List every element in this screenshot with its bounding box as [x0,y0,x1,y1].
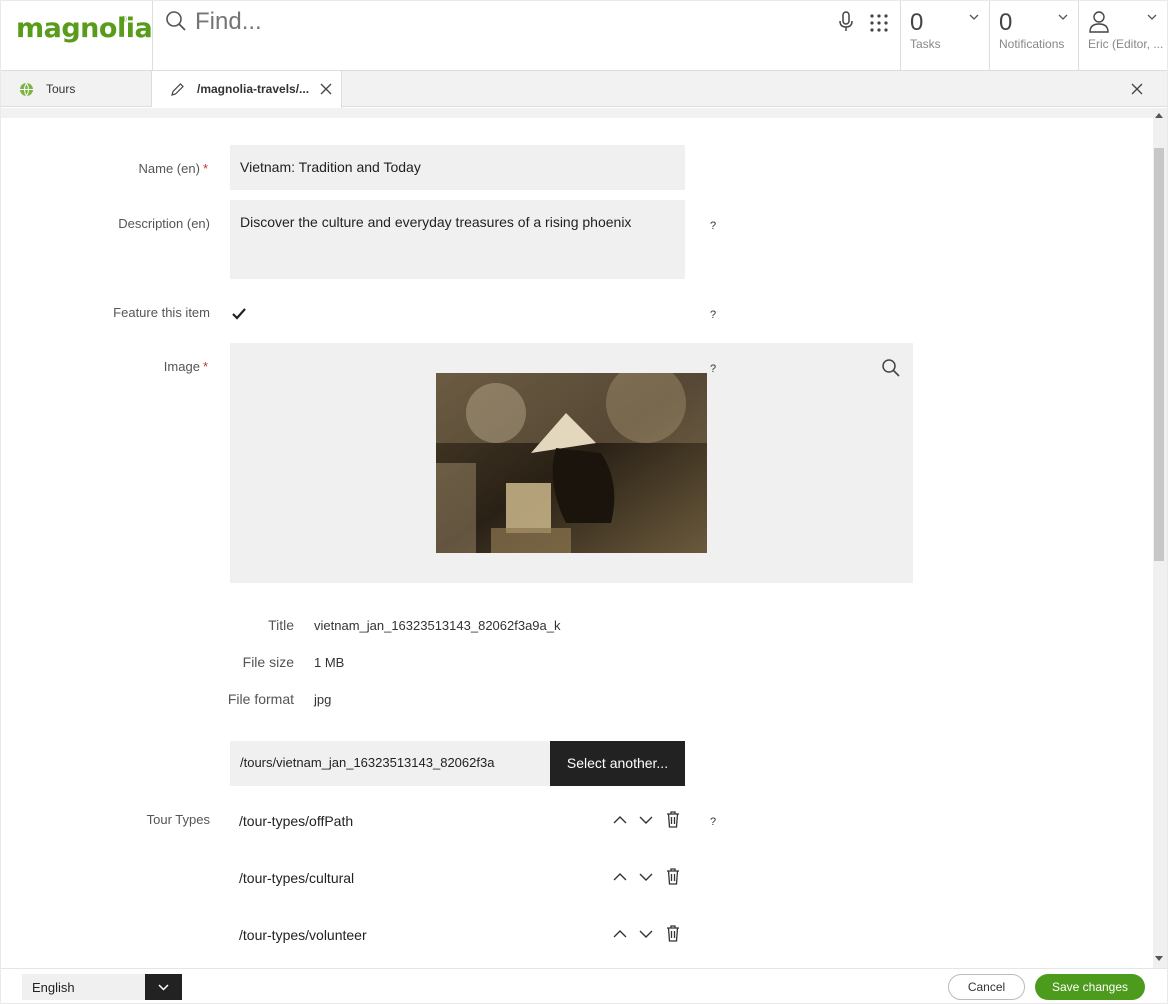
help-icon[interactable]: ? [710,220,716,232]
tab-bar: Tours /magnolia-travels/... [1,71,1167,108]
logo-registered-mark: ® [121,15,127,24]
tour-types-label: Tour Types [146,812,210,827]
file-format-label: File format [227,691,294,707]
image-path-field[interactable]: /tours/vietnam_jan_16323513143_82062f3a [230,741,550,786]
microphone-icon[interactable] [837,11,855,33]
app-launcher-icon[interactable] [869,13,889,33]
move-up-icon[interactable] [613,929,627,939]
image-title-value: vietnam_jan_16323513143_82062f3a9a_k [314,618,561,633]
move-up-icon[interactable] [613,872,627,882]
language-select-toggle[interactable] [145,974,182,1000]
move-up-icon[interactable] [613,815,627,825]
user-icon [1089,11,1109,33]
pencil-icon [171,83,184,96]
user-menu[interactable]: Eric (Editor, ... [1078,1,1167,71]
file-size-label: File size [242,654,294,670]
logo-text: magnolia [16,13,153,44]
tasks-count: 0 [910,9,924,36]
close-all-tabs-icon[interactable] [1131,83,1143,95]
trash-icon[interactable] [666,925,680,942]
scrollbar-thumb[interactable] [1154,148,1164,561]
feature-checkbox[interactable] [230,305,248,323]
search-input[interactable] [195,5,795,39]
file-format-value: jpg [314,692,332,707]
notifications-indicator[interactable]: 0 Notifications [989,1,1078,71]
description-label: Description (en) [118,216,210,231]
move-down-icon[interactable] [639,929,653,939]
tab-label: /magnolia-travels/... [197,82,310,96]
move-down-icon[interactable] [639,815,653,825]
tour-type-path[interactable]: /tour-types/offPath [239,813,353,829]
scroll-up-arrow-icon[interactable] [1155,112,1163,118]
chevron-down-icon [158,984,169,991]
app-window: magnolia ® 0 Tasks 0 Notifica [1,1,1167,1003]
feature-label: Feature this item [113,305,210,320]
footer: English Cancel Save changes [1,968,1167,1003]
image-thumbnail[interactable] [436,373,707,553]
image-title-label: Title [268,617,294,633]
chevron-down-icon [969,14,979,20]
globe-icon [20,82,33,97]
file-size-value: 1 MB [314,655,345,670]
tour-type-path[interactable]: /tour-types/volunteer [239,927,367,943]
tab-label: Tours [46,82,76,96]
select-another-button[interactable]: Select another... [550,741,685,786]
image-label: Image * [163,359,208,374]
trash-icon[interactable] [666,868,680,885]
header: magnolia ® 0 Tasks 0 Notifica [1,1,1167,71]
tour-type-item: /tour-types/offPath [230,806,685,836]
logo[interactable]: magnolia ® [1,1,153,71]
close-icon[interactable] [320,83,332,95]
tasks-label: Tasks [910,37,941,51]
user-label: Eric (Editor, ... [1088,37,1164,51]
description-field[interactable]: Discover the culture and everyday treasu… [230,200,685,279]
notifications-count: 0 [999,9,1013,36]
cancel-button[interactable]: Cancel [948,974,1025,1000]
save-changes-button[interactable]: Save changes [1035,974,1145,1000]
zoom-icon[interactable] [881,358,901,378]
chevron-down-icon [1147,14,1157,20]
name-field[interactable]: Vietnam: Tradition and Today [230,145,685,190]
chevron-down-icon [1058,14,1068,20]
trash-icon[interactable] [666,811,680,828]
tour-type-path[interactable]: /tour-types/cultural [239,870,354,886]
tab-tours[interactable]: Tours [1,71,152,107]
help-icon[interactable]: ? [710,816,716,828]
move-down-icon[interactable] [639,872,653,882]
tasks-indicator[interactable]: 0 Tasks [900,1,989,71]
help-icon[interactable]: ? [710,309,716,321]
tour-type-item: /tour-types/cultural [230,863,685,893]
scroll-down-arrow-icon[interactable] [1155,956,1163,962]
name-label: Name (en) * [138,161,208,176]
notifications-label: Notifications [999,37,1065,51]
search-icon [166,11,186,31]
tab-edit-tour[interactable]: /magnolia-travels/... [152,71,342,108]
tour-type-item: /tour-types/volunteer [230,920,685,950]
help-icon[interactable]: ? [710,363,716,375]
